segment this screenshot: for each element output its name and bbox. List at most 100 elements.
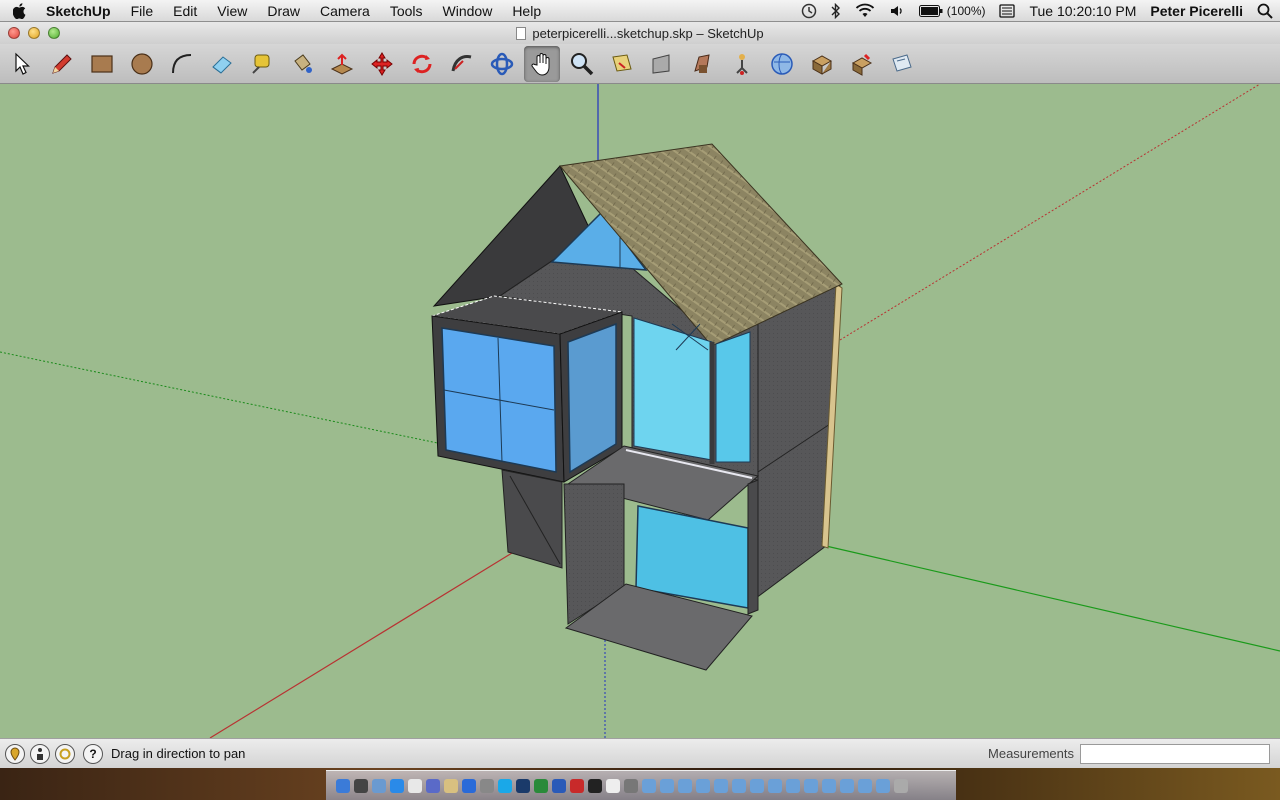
- calculator-icon[interactable]: [624, 778, 638, 793]
- time-machine-icon[interactable]: [801, 0, 817, 22]
- geo-location-icon[interactable]: [5, 743, 25, 764]
- menu-view[interactable]: View: [207, 0, 257, 22]
- upper-room-back-glass[interactable]: [633, 317, 713, 461]
- folder-desktop-icon[interactable]: [750, 778, 764, 793]
- sketchup-icon[interactable]: [570, 778, 584, 793]
- folder-home-icon[interactable]: [768, 778, 782, 793]
- instructor-help-icon[interactable]: ?: [83, 743, 103, 764]
- push-pull-tool[interactable]: [324, 46, 360, 82]
- line-tool[interactable]: [44, 46, 80, 82]
- eraser-tool[interactable]: [204, 46, 240, 82]
- photoshop-icon[interactable]: [516, 778, 530, 793]
- pencil-icon: [52, 53, 72, 74]
- model-scene[interactable]: [0, 84, 1280, 738]
- mail-icon[interactable]: [372, 778, 386, 793]
- window-title-bar: peterpicerelli...sketchup.skp – SketchUp: [0, 22, 1280, 44]
- app-menu[interactable]: SketchUp: [40, 0, 121, 22]
- terminal-icon[interactable]: [588, 778, 602, 793]
- pan-tool[interactable]: [524, 45, 560, 82]
- trash-icon[interactable]: [894, 778, 908, 793]
- paint-bucket-tool[interactable]: [284, 46, 320, 82]
- sign-in-icon[interactable]: [55, 743, 75, 764]
- zoom-extents-tool[interactable]: [604, 46, 640, 82]
- arc-tool[interactable]: [164, 46, 200, 82]
- folder-movies-icon[interactable]: [732, 778, 746, 793]
- itunes-icon[interactable]: [426, 778, 440, 793]
- skype-icon[interactable]: [498, 778, 512, 793]
- drawing-viewport[interactable]: [0, 84, 1280, 738]
- lower-left-wall[interactable]: [501, 469, 563, 569]
- folder-pictures-icon[interactable]: [696, 778, 710, 793]
- app-store-icon[interactable]: [462, 778, 476, 793]
- previous-view-icon: [652, 53, 670, 74]
- rectangle-tool[interactable]: [84, 46, 120, 82]
- folder-shared-icon[interactable]: [840, 778, 854, 793]
- spotlight-icon[interactable]: [1257, 0, 1273, 22]
- previous-view-tool[interactable]: [644, 46, 680, 82]
- menu-draw[interactable]: Draw: [257, 0, 310, 22]
- textedit-icon[interactable]: [606, 778, 620, 793]
- share-model-tool[interactable]: [804, 46, 840, 82]
- preview-icon[interactable]: [444, 778, 458, 793]
- orbit-tool[interactable]: [484, 46, 520, 82]
- upper-room-side-glass[interactable]: [715, 331, 751, 463]
- follow-me-tool[interactable]: [444, 46, 480, 82]
- menu-window[interactable]: Window: [433, 0, 503, 22]
- camera-icon: [736, 53, 748, 75]
- folder-work-icon[interactable]: [804, 778, 818, 793]
- excel-icon[interactable]: [534, 778, 548, 793]
- walk-tool[interactable]: [684, 46, 720, 82]
- folder-downloads-icon[interactable]: [678, 778, 692, 793]
- folder-archive-icon[interactable]: [822, 778, 836, 793]
- volume-icon[interactable]: [889, 0, 905, 22]
- select-tool[interactable]: [4, 46, 40, 82]
- menu-edit[interactable]: Edit: [163, 0, 207, 22]
- dashboard-icon[interactable]: [354, 778, 368, 793]
- window-minimize-button[interactable]: [28, 27, 40, 39]
- credits-icon[interactable]: [30, 743, 50, 764]
- menu-tools[interactable]: Tools: [380, 0, 433, 22]
- folder-library-icon[interactable]: [858, 778, 872, 793]
- folder-music-icon[interactable]: [714, 778, 728, 793]
- menu-help[interactable]: Help: [502, 0, 551, 22]
- window-close-button[interactable]: [8, 27, 20, 39]
- apple-menu-icon[interactable]: [0, 0, 40, 22]
- input-menu-icon[interactable]: [999, 0, 1016, 22]
- bluetooth-icon[interactable]: [831, 0, 841, 22]
- tape-measure-tool[interactable]: [244, 46, 280, 82]
- measurements-input[interactable]: [1080, 743, 1270, 764]
- wifi-icon[interactable]: [855, 0, 875, 22]
- safari-icon[interactable]: [390, 778, 404, 793]
- magnifier-icon: [571, 52, 594, 75]
- clock[interactable]: Tue 10:20:10 PM: [1029, 0, 1136, 22]
- get-models-tool[interactable]: [764, 46, 800, 82]
- zoom-tool[interactable]: [564, 46, 600, 82]
- orbit-icon: [490, 52, 514, 75]
- window-zoom-button[interactable]: [48, 27, 60, 39]
- components-icon: [851, 53, 873, 76]
- finder-icon[interactable]: [336, 778, 350, 793]
- house-model[interactable]: [431, 143, 843, 671]
- components-tool[interactable]: [844, 46, 880, 82]
- folder-projects-icon[interactable]: [786, 778, 800, 793]
- send-to-layout-tool[interactable]: [884, 46, 920, 82]
- move-tool[interactable]: [364, 46, 400, 82]
- zoom-extents-icon: [612, 53, 632, 72]
- menu-file[interactable]: File: [121, 0, 164, 22]
- ical-icon[interactable]: [408, 778, 422, 793]
- battery-status[interactable]: (100%): [918, 0, 985, 22]
- side-wall[interactable]: [747, 283, 841, 606]
- system-preferences-icon[interactable]: [480, 778, 494, 793]
- menu-camera[interactable]: Camera: [310, 0, 380, 22]
- rotate-tool[interactable]: [404, 46, 440, 82]
- folder-documents-icon[interactable]: [660, 778, 674, 793]
- folder-applications-icon[interactable]: [642, 778, 656, 793]
- status-hint: Drag in direction to pan: [111, 746, 246, 761]
- lower-room-right-wall[interactable]: [747, 479, 759, 615]
- position-camera-tool[interactable]: [724, 46, 760, 82]
- folder-sites-icon[interactable]: [876, 778, 890, 793]
- word-icon[interactable]: [552, 778, 566, 793]
- user-menu[interactable]: Peter Picerelli: [1150, 0, 1243, 22]
- document-icon[interactable]: [516, 26, 527, 40]
- circle-tool[interactable]: [124, 46, 160, 82]
